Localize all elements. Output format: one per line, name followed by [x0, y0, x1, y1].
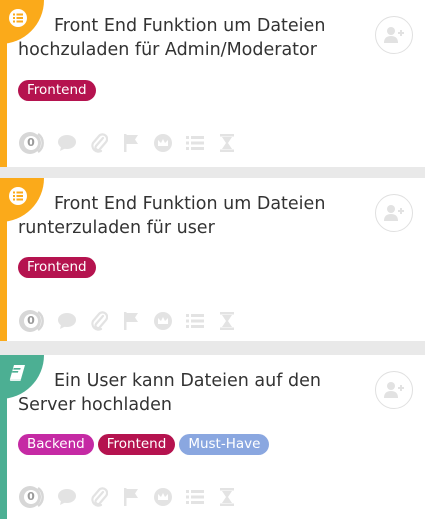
story-card[interactable]: Front End Funktion um Dateien runterzula… [0, 178, 425, 341]
comment-count: 0 [24, 490, 38, 504]
comment-count: 0 [24, 314, 38, 328]
hourglass-icon[interactable] [216, 310, 238, 332]
checklist-icon[interactable] [184, 132, 206, 154]
checklist-icon[interactable] [184, 486, 206, 508]
checklist-icon[interactable] [184, 310, 206, 332]
flag-icon[interactable] [120, 486, 142, 508]
flag-icon[interactable] [120, 310, 142, 332]
card-title[interactable]: Ein User kann Dateien auf den Server hoc… [18, 369, 358, 417]
story-card[interactable]: Front End Funktion um Dateien hochzulade… [0, 0, 425, 167]
crown-icon[interactable] [152, 486, 174, 508]
assign-user-button[interactable] [375, 16, 413, 54]
hourglass-icon[interactable] [216, 132, 238, 154]
attachment-icon[interactable] [88, 132, 110, 154]
hourglass-icon[interactable] [216, 486, 238, 508]
comment-icon[interactable] [56, 310, 78, 332]
crown-icon[interactable] [152, 310, 174, 332]
tag-backend[interactable]: Backend [18, 434, 94, 455]
card-title[interactable]: Front End Funktion um Dateien hochzulade… [18, 14, 358, 62]
add-user-icon [384, 27, 404, 43]
comment-counter[interactable]: 0 [18, 131, 46, 155]
crown-icon[interactable] [152, 132, 174, 154]
assign-user-button[interactable] [375, 371, 413, 409]
tag-frontend[interactable]: Frontend [18, 257, 96, 278]
comment-icon[interactable] [56, 486, 78, 508]
tag-frontend[interactable]: Frontend [97, 434, 176, 455]
comment-count: 0 [24, 136, 38, 150]
attachment-icon[interactable] [88, 486, 110, 508]
tag-must-have[interactable]: Must-Have [179, 434, 270, 455]
flag-icon[interactable] [120, 132, 142, 154]
add-user-icon [384, 382, 404, 398]
add-user-icon [384, 205, 404, 221]
comment-icon[interactable] [56, 132, 78, 154]
tag-frontend[interactable]: Frontend [18, 80, 96, 101]
card-title[interactable]: Front End Funktion um Dateien runterzula… [18, 192, 358, 240]
comment-counter[interactable]: 0 [18, 485, 46, 509]
story-card[interactable]: Ein User kann Dateien auf den Server hoc… [0, 355, 425, 519]
comment-counter[interactable]: 0 [18, 309, 46, 333]
assign-user-button[interactable] [375, 194, 413, 232]
attachment-icon[interactable] [88, 310, 110, 332]
